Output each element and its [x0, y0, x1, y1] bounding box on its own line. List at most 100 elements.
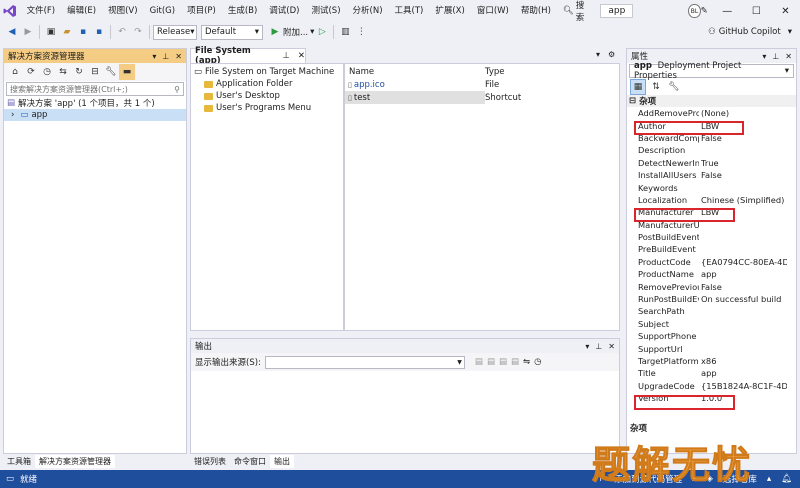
menu-item[interactable]: 测试(S) [305, 0, 346, 22]
property-row[interactable]: RunPostBuildEverOn successful build [627, 293, 796, 305]
property-value[interactable]: True [699, 158, 787, 168]
tree-item[interactable]: User's Programs Menu [192, 102, 342, 114]
properties-object-select[interactable]: app Deployment Project Properties ▾ [629, 61, 794, 81]
property-row[interactable]: Localization Chinese (Simplified) [627, 194, 796, 206]
timestamp-icon[interactable]: ◷ [534, 357, 541, 367]
property-row[interactable]: PreBuildEvent [627, 243, 796, 255]
configuration-select[interactable]: Release ▾ [153, 24, 197, 40]
platform-select[interactable]: Default ▾ [201, 24, 263, 40]
menu-item[interactable]: 生成(B) [222, 0, 263, 22]
pin-icon[interactable]: ⊥ [772, 52, 779, 61]
refresh-icon[interactable]: ↻ [71, 64, 87, 80]
close-icon[interactable]: ✕ [175, 52, 182, 61]
new-project-icon[interactable]: ▣ [43, 24, 59, 40]
menu-item[interactable]: 文件(F) [21, 0, 62, 22]
menu-item[interactable]: 分析(N) [347, 0, 389, 22]
collapse-icon[interactable]: ⊟ [629, 96, 636, 106]
undo-icon[interactable]: ↶ [114, 24, 130, 40]
doc-overflow-icon[interactable]: ▾ [596, 50, 600, 59]
file-row[interactable]: ▯ test Shortcut [345, 91, 618, 104]
tab-toolbox[interactable]: 工具箱 [3, 455, 35, 468]
alphabetical-icon[interactable]: ⇅ [648, 79, 664, 95]
pin-icon[interactable]: ✎ [701, 6, 713, 16]
menu-item[interactable]: 项目(P) [181, 0, 222, 22]
tab-file-system[interactable]: File System (app) ⊥ ✕ [190, 46, 306, 66]
wrench-icon[interactable]: 🔧︎ [103, 64, 119, 80]
file-row[interactable]: ▯ app.ico File [345, 78, 618, 91]
word-wrap-icon[interactable]: ⇋ [523, 357, 530, 367]
sync-icon[interactable]: ⟳ [23, 64, 39, 80]
tree-item[interactable]: Application Folder [192, 78, 342, 90]
tab-solution-explorer[interactable]: 解决方案资源管理器 [35, 455, 115, 468]
col-name-header[interactable]: Name [345, 67, 485, 77]
property-value[interactable]: app [699, 368, 787, 378]
property-row[interactable]: UpgradeCode {15B1824A-8C1F-4D3 [627, 380, 796, 392]
property-row[interactable]: Subject [627, 318, 796, 330]
expand-icon[interactable]: › [11, 110, 14, 120]
property-value[interactable]: (None) [699, 108, 787, 118]
start-icon[interactable]: ▶ [267, 24, 283, 40]
dropdown-icon[interactable]: ▾ [585, 342, 589, 351]
avatar[interactable]: BL [688, 4, 701, 18]
menu-item[interactable]: Git(G) [144, 0, 182, 22]
notification-icon[interactable]: 🔔︎ [781, 474, 792, 484]
wrench-icon[interactable]: 🔧︎ [666, 79, 682, 95]
pin-icon[interactable]: ⊥ [162, 52, 169, 61]
find-message-icon[interactable]: ▤ [475, 357, 483, 367]
property-category[interactable]: ⊟ 杂项 [627, 95, 796, 107]
tab-output[interactable]: 输出 [270, 455, 294, 468]
overflow-icon[interactable]: ⋮ [353, 24, 369, 40]
property-row[interactable]: SupportUrl [627, 342, 796, 354]
tab-command-window[interactable]: 命令窗口 [230, 455, 270, 468]
forward-icon[interactable]: ▶ [20, 24, 36, 40]
property-value[interactable]: False [699, 170, 787, 180]
close-icon[interactable]: ✕ [785, 52, 792, 61]
property-row[interactable]: TargetPlatform x86 [627, 355, 796, 367]
search-box[interactable]: 🔍︎ 搜索 [557, 0, 595, 23]
property-row[interactable]: AddRemoveProg(None) [627, 107, 796, 119]
vs-logo-icon[interactable] [0, 0, 21, 22]
maximize-button[interactable]: ☐ [742, 0, 771, 22]
next-message-icon[interactable]: ▤ [499, 357, 507, 367]
home-icon[interactable]: ⌂ [7, 64, 23, 80]
menu-item[interactable]: 调试(D) [263, 0, 305, 22]
close-icon[interactable]: ✕ [608, 342, 615, 351]
project-node[interactable]: › ▭ app [4, 109, 186, 121]
prev-message-icon[interactable]: ▤ [487, 357, 495, 367]
menu-item[interactable]: 帮助(H) [515, 0, 557, 22]
menu-item[interactable]: 编辑(E) [61, 0, 102, 22]
back-icon[interactable]: ◀ [4, 24, 20, 40]
solution-search-input[interactable]: 搜索解决方案资源管理器(Ctrl+;) ⚲ [6, 82, 184, 96]
property-row[interactable]: RemovePrevious\False [627, 280, 796, 292]
pin-icon[interactable]: ⊥ [595, 342, 602, 351]
gear-icon[interactable]: ⚙ [608, 50, 615, 59]
tree-root[interactable]: ▭ File System on Target Machine [192, 65, 342, 78]
open-icon[interactable]: ▰ [59, 24, 75, 40]
property-row[interactable]: DetectNewerInstTrue [627, 157, 796, 169]
property-value[interactable]: {EA0794CC-80EA-4D3 [699, 257, 787, 267]
solution-node[interactable]: ▤ 解决方案 'app' (1 个项目，共 1 个) [4, 97, 186, 109]
property-row[interactable]: ProductCode {EA0794CC-80EA-4D3 [627, 256, 796, 268]
property-value[interactable]: {15B1824A-8C1F-4D3 [699, 381, 787, 391]
attach-button[interactable]: 附加... [283, 26, 308, 38]
property-value[interactable]: app [699, 269, 787, 279]
property-row[interactable]: Description [627, 144, 796, 156]
tool-icon[interactable]: ▥ [337, 24, 353, 40]
preview-icon[interactable]: ▬ [119, 64, 135, 80]
dropdown-icon[interactable]: ▾ [152, 52, 156, 61]
close-button[interactable]: ✕ [771, 0, 800, 22]
output-source-select[interactable]: ▼ [264, 355, 465, 369]
property-value[interactable]: x86 [699, 356, 787, 366]
property-value[interactable]: On successful build [699, 294, 787, 304]
copilot-button[interactable]: ⚇ GitHub Copilot ▾ [708, 27, 800, 37]
pin-icon[interactable]: ⊥ [282, 51, 289, 61]
property-row[interactable]: SearchPath [627, 305, 796, 317]
minimize-button[interactable]: — [713, 0, 742, 22]
menu-item[interactable]: 视图(V) [102, 0, 143, 22]
collapse-icon[interactable]: ⊟ [87, 64, 103, 80]
categorized-icon[interactable]: ▦ [630, 79, 646, 95]
property-row[interactable]: InstallAllUsers False [627, 169, 796, 181]
clear-all-icon[interactable]: ▤ [511, 357, 519, 367]
col-type-header[interactable]: Type [485, 67, 505, 77]
property-value[interactable]: False [699, 282, 787, 292]
